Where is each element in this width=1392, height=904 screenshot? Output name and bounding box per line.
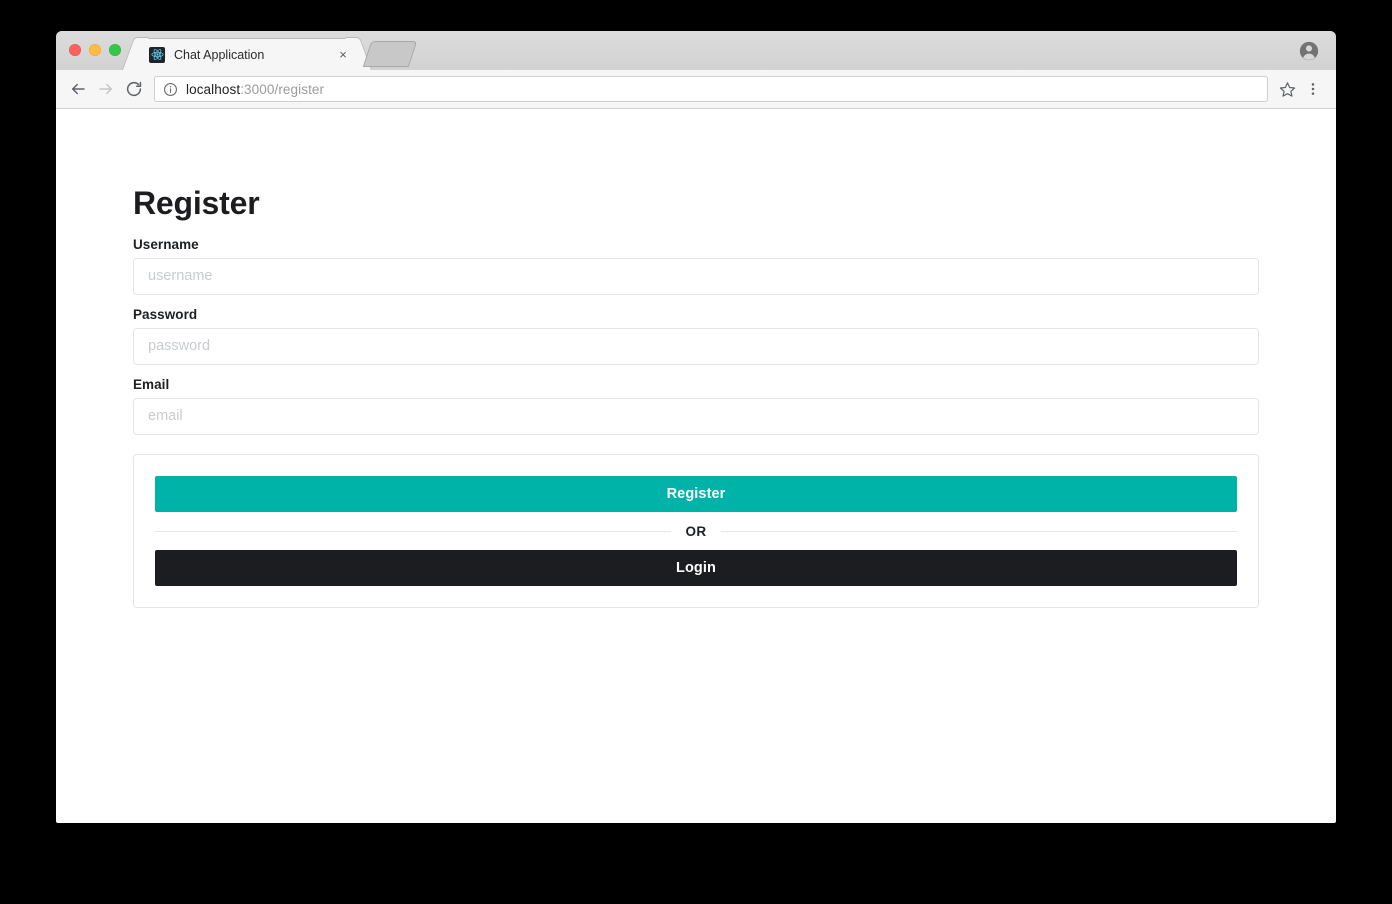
- address-bar-url: localhost:3000/register: [186, 82, 324, 97]
- url-host: localhost: [186, 81, 241, 97]
- reload-icon[interactable]: [120, 75, 148, 103]
- forward-arrow-icon[interactable]: [92, 75, 120, 103]
- or-divider: OR: [155, 524, 1237, 539]
- url-path: :3000/register: [240, 81, 325, 97]
- page-title: Register: [133, 185, 260, 221]
- username-input[interactable]: [133, 257, 1259, 295]
- maximize-window-button[interactable]: [109, 44, 121, 56]
- register-form-container: Register Username Password Email Registe…: [133, 185, 1259, 608]
- password-label: Password: [133, 306, 198, 322]
- star-icon[interactable]: [1274, 76, 1300, 102]
- browser-window: Chat Application × localhost:3000/regist…: [56, 31, 1336, 823]
- login-button[interactable]: Login: [155, 549, 1237, 586]
- new-tab-button[interactable]: [362, 41, 418, 67]
- minimize-window-button[interactable]: [89, 44, 101, 56]
- browser-tab-chat-application[interactable]: Chat Application ×: [136, 38, 358, 70]
- field-group-username: Username: [133, 237, 1259, 295]
- field-group-password: Password: [133, 307, 1259, 365]
- back-arrow-icon[interactable]: [64, 75, 92, 103]
- password-input[interactable]: [133, 327, 1259, 365]
- close-window-button[interactable]: [69, 44, 81, 56]
- page-viewport: Register Username Password Email Registe…: [56, 109, 1336, 822]
- tab-close-icon[interactable]: ×: [335, 47, 351, 63]
- window-controls: [69, 44, 121, 56]
- divider-line-right: [720, 530, 1237, 532]
- account-avatar-icon[interactable]: [1298, 40, 1320, 62]
- tab-strip: Chat Application ×: [56, 31, 1336, 70]
- browser-toolbar: localhost:3000/register: [56, 70, 1336, 109]
- divider-label: OR: [685, 523, 707, 539]
- info-circle-icon[interactable]: [163, 82, 178, 97]
- tab-title: Chat Application: [174, 47, 265, 62]
- action-card: Register OR Login: [133, 453, 1259, 608]
- three-dot-menu-icon[interactable]: [1300, 76, 1326, 102]
- register-button[interactable]: Register: [155, 475, 1237, 512]
- email-label: Email: [133, 376, 170, 392]
- username-label: Username: [133, 236, 199, 252]
- divider-line-left: [155, 530, 672, 532]
- address-bar[interactable]: localhost:3000/register: [154, 76, 1268, 102]
- email-input[interactable]: [133, 397, 1259, 435]
- react-logo-icon: [149, 46, 165, 63]
- field-group-email: Email: [133, 377, 1259, 435]
